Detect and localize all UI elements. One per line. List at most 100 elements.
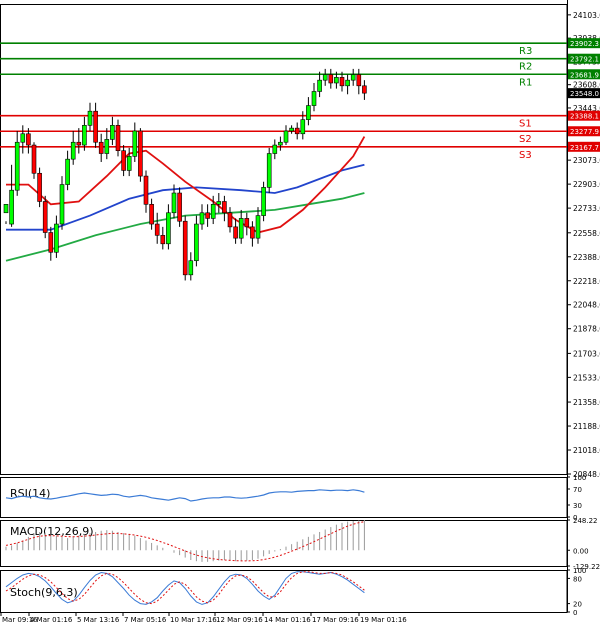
candle-body	[26, 133, 31, 146]
candle-body	[132, 130, 138, 157]
price-tick-label: 21703.0	[573, 349, 600, 358]
price-tick-label: 21358.0	[573, 398, 600, 407]
candle-body	[9, 189, 14, 225]
price-tick-label: 24103.0	[573, 11, 600, 20]
pivot-tag-label-r2: 23792.1	[570, 56, 599, 64]
stoch-tick-label: 100	[573, 567, 586, 575]
candle-body	[266, 153, 272, 188]
candle-body	[3, 204, 9, 214]
candle-body	[216, 201, 222, 205]
candle-body	[350, 74, 356, 81]
pivot-tag-label-r3: 23902.3	[570, 40, 599, 48]
price-tick-label: 23073.0	[573, 156, 600, 165]
candle-body	[205, 212, 210, 219]
pivot-name-r1: R1	[519, 77, 532, 88]
forex-chart: 24103.023938.023773.023608.023443.023278…	[0, 0, 600, 628]
candle-body	[166, 212, 171, 245]
time-tick-label: 4 Mar 01:16	[30, 616, 73, 624]
candle-body	[20, 133, 26, 143]
candle-body	[328, 74, 334, 84]
macd-tick-label: 0.00	[573, 547, 589, 555]
candle-body	[306, 105, 311, 120]
rsi-panel	[0, 477, 568, 518]
stoch-tick-label: 80	[573, 575, 582, 583]
candle-body	[261, 187, 266, 216]
macd-tick-label: 248.22	[573, 517, 598, 525]
candle-body	[194, 223, 199, 262]
candle-body	[334, 77, 339, 84]
candle-body	[182, 220, 188, 276]
rsi-tick-label: 100	[573, 474, 586, 482]
chart-canvas: 24103.023938.023773.023608.023443.023278…	[0, 0, 600, 624]
pivot-name-s3: S3	[519, 150, 532, 161]
candle-body	[93, 110, 98, 143]
candle-body	[345, 79, 350, 87]
candle-body	[311, 91, 317, 106]
candle-body	[272, 144, 278, 154]
pivot-name-r3: R3	[519, 46, 532, 57]
candle-body	[110, 125, 115, 140]
candle-body	[160, 235, 166, 245]
price-tick-label: 22903.0	[573, 180, 600, 189]
time-tick-label: 19 Mar 01:16	[360, 616, 407, 624]
candle-body	[14, 141, 20, 191]
candle-body	[177, 192, 182, 222]
candle-body	[70, 141, 76, 160]
candle-body	[171, 192, 177, 214]
candle-body	[322, 74, 328, 81]
pivot-tag-label-s3: 23167.7	[570, 144, 599, 152]
candle-body	[227, 212, 233, 228]
candle-body	[222, 201, 227, 214]
candle-body	[121, 150, 126, 171]
stoch-tick-label: 20	[573, 601, 582, 609]
price-tick-label: 21018.0	[573, 446, 600, 455]
price-tick-label: 21533.0	[573, 373, 600, 382]
time-tick-label: 12 Mar 09:16	[216, 616, 263, 624]
pivot-name-s1: S1	[519, 119, 532, 130]
candle-body	[233, 226, 238, 239]
price-tick-label: 21188.0	[573, 422, 600, 431]
price-tick-label: 22558.0	[573, 229, 600, 238]
candle-body	[37, 172, 42, 202]
candle-body	[317, 79, 322, 92]
candle-body	[65, 158, 70, 185]
candle-body	[149, 204, 154, 225]
candle-body	[244, 218, 250, 228]
candle-body	[188, 260, 194, 276]
candle-body	[48, 232, 54, 253]
candle-body	[87, 110, 93, 126]
rsi-tick-label: 70	[573, 486, 582, 494]
current-price-label: 23548.0	[570, 90, 599, 98]
time-tick-label: 10 Mar 17:16	[170, 616, 217, 624]
candle-body	[362, 85, 367, 94]
stoch-title: Stoch(9,6,3)	[10, 586, 78, 599]
candle-body	[278, 141, 283, 146]
pivot-name-s2: S2	[519, 134, 532, 145]
pivot-tag-label-s2: 23277.9	[570, 128, 599, 136]
time-tick-label: 5 Mar 13:16	[77, 616, 120, 624]
candle-body	[143, 175, 149, 205]
candle-body	[300, 119, 306, 135]
candle-body	[98, 141, 104, 154]
price-tick-label: 22733.0	[573, 204, 600, 213]
stoch-tick-label: 0	[573, 609, 577, 617]
price-tick-label: 21878.0	[573, 325, 600, 334]
candle-body	[76, 141, 82, 146]
candle-body	[154, 223, 160, 236]
candle-body	[126, 156, 132, 171]
pivot-name-r2: R2	[519, 62, 532, 73]
candle-body	[294, 127, 300, 135]
candle-body	[289, 127, 294, 132]
time-tick-label: 17 Mar 09:16	[312, 616, 359, 624]
price-tick-label: 22048.0	[573, 301, 600, 310]
candle-body	[199, 212, 205, 225]
candle-body	[255, 215, 261, 239]
candle-body	[339, 77, 345, 87]
price-tick-label: 22218.0	[573, 277, 600, 286]
candle-body	[104, 139, 110, 154]
candle-body	[31, 144, 37, 174]
candle-body	[210, 204, 216, 219]
candle-body	[283, 130, 289, 143]
time-tick-label: 14 Mar 01:16	[264, 616, 311, 624]
candle-body	[115, 125, 121, 151]
